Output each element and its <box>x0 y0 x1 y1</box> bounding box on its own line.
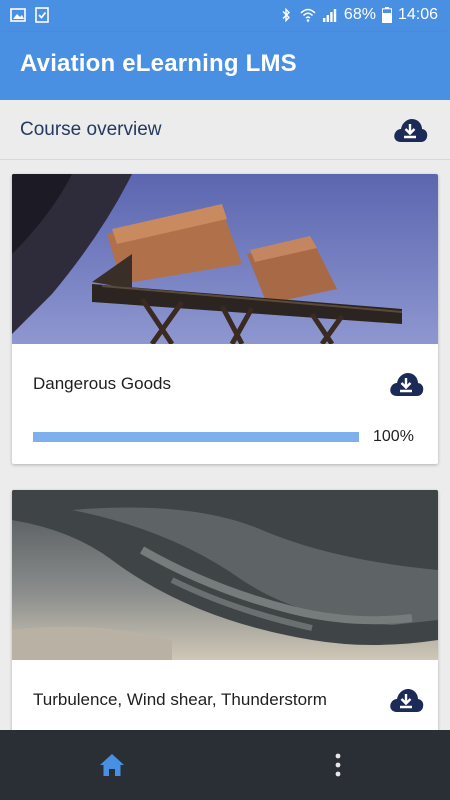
clock: 14:06 <box>397 6 438 23</box>
progress-fill <box>33 432 359 442</box>
course-card[interactable]: Turbulence, Wind shear, Thunderstorm <box>12 490 438 730</box>
storm-cloud-photo <box>12 490 438 660</box>
course-title[interactable]: Dangerous Goods <box>33 374 171 394</box>
app-bar: Aviation eLearning LMS <box>0 32 450 100</box>
bluetooth-icon <box>282 7 290 23</box>
course-overview-header: Course overview <box>0 100 450 160</box>
status-bar: 68% 14:06 <box>0 0 450 32</box>
cloud-download-icon[interactable] <box>388 686 424 714</box>
battery-icon <box>381 7 392 23</box>
progress-bar <box>33 432 359 442</box>
bottom-nav <box>0 730 450 800</box>
home-icon[interactable] <box>98 751 126 779</box>
course-title[interactable]: Turbulence, Wind shear, Thunderstorm <box>33 690 327 710</box>
app-title: Aviation eLearning LMS <box>20 50 297 77</box>
course-card[interactable]: Dangerous Goods 100% <box>12 174 438 464</box>
signal-icon <box>322 9 337 22</box>
cargo-loader-photo <box>12 174 438 344</box>
progress-label: 100% <box>373 428 414 445</box>
checkbox-icon <box>35 7 49 23</box>
image-icon <box>10 8 26 22</box>
more-vert-icon[interactable] <box>326 752 350 778</box>
course-list[interactable]: Dangerous Goods 100% Turbulence, Wind sh… <box>0 161 450 730</box>
wifi-icon <box>300 8 316 22</box>
section-title: Course overview <box>20 119 162 140</box>
battery-percent: 68% <box>343 6 376 23</box>
cloud-download-icon[interactable] <box>388 370 424 398</box>
cloud-download-icon[interactable] <box>392 116 428 144</box>
